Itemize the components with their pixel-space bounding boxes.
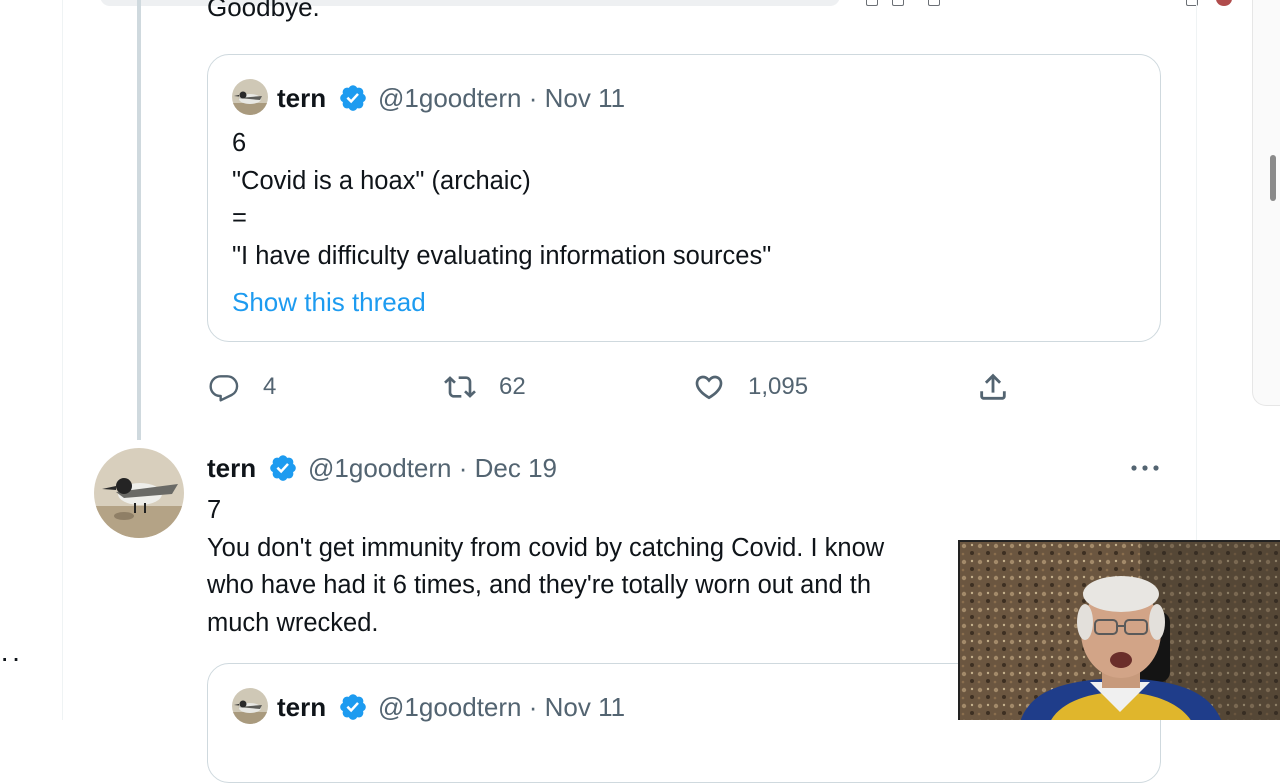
tweet-text-line: "I have difficulty evaluating informatio… [232,242,772,270]
tweet-text-line: 6 [232,129,247,157]
column-divider [62,0,63,720]
more-icon[interactable] [1130,456,1160,480]
profile-avatar[interactable] [1216,0,1232,6]
reply-count: 4 [263,373,277,400]
share-icon [980,373,1006,400]
handle[interactable]: @1goodtern [308,453,452,483]
tweet-text-line: You don't get immunity from covid by cat… [207,534,885,562]
timestamp[interactable]: Nov 11 [545,83,625,113]
tweet-text: Goodbye. [207,0,320,22]
verified-badge-icon [340,85,366,111]
heart-icon [695,375,723,400]
verified-badge-icon [270,455,296,481]
extension-icon[interactable] [892,0,904,6]
handle[interactable]: @1goodtern [378,83,522,113]
extension-icon[interactable] [866,0,878,6]
tweet-text-line: = [232,204,247,232]
reply-button[interactable]: 4 [207,371,276,403]
tweet-text-line: 7 [207,496,222,524]
verified-badge-icon [340,694,366,720]
handle[interactable]: @1goodtern [378,692,522,722]
like-count: 1,095 [748,373,809,400]
browser-toolbar [0,0,1280,8]
avatar[interactable] [232,688,268,724]
webcam-overlay [958,540,1280,720]
handle-and-date: @1goodtern · Nov 11 [378,692,626,722]
extension-icon[interactable] [928,0,940,6]
right-panel [1252,0,1280,406]
scrollbar-thumb[interactable] [1270,155,1276,201]
display-name[interactable]: tern [277,692,326,722]
avatar[interactable] [94,448,184,538]
avatar[interactable] [232,79,268,115]
display-name[interactable]: tern [277,83,326,113]
reply-icon [209,375,239,402]
tweet-text-line: "Covid is a hoax" (archaic) [232,167,531,195]
share-button[interactable] [976,370,1010,404]
thread-connector-line [137,0,141,440]
display-name[interactable]: tern [207,453,256,483]
timestamp[interactable]: Dec 19 [475,453,557,483]
handle-and-date: @1goodtern · Dec 19 [308,453,557,483]
retweet-button[interactable]: 62 [441,371,526,403]
sidebar-more-icon[interactable]: ·· [0,644,23,672]
tweet-text-line: much wrecked. [207,609,379,637]
timestamp[interactable]: Nov 11 [545,692,625,722]
retweet-count: 62 [499,373,526,400]
like-button[interactable]: 1,095 [692,371,808,403]
show-thread-link[interactable]: Show this thread [232,287,426,317]
handle-and-date: @1goodtern · Nov 11 [378,83,626,113]
tweet-text-line: who have had it 6 times, and they're tot… [207,571,872,599]
retweet-icon [444,376,476,398]
